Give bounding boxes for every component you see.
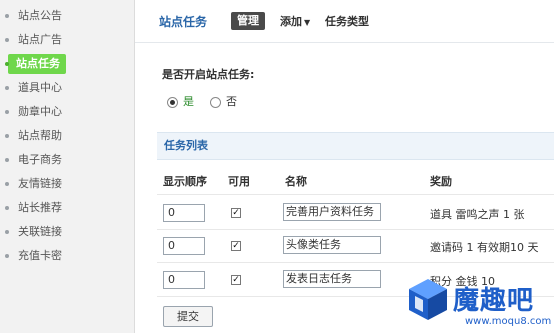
task-list-title: 任务列表 [164, 139, 208, 152]
sidebar-item-label: 关联链接 [18, 225, 62, 238]
bullet-icon [5, 206, 9, 210]
column-header-name: 名称 [285, 175, 307, 188]
sidebar-item-friend-links[interactable]: 友情链接 [0, 174, 134, 194]
sidebar-item-recharge-cards[interactable]: 充值卡密 [0, 246, 134, 266]
sidebar-item-tasks[interactable]: 站点任务 [0, 54, 134, 74]
caret-down-icon: ▼ [304, 18, 311, 27]
sidebar-item-label: 站点公告 [18, 9, 62, 22]
top-bar: 站点任务 管理 添加 ▼ 任务类型 [135, 0, 554, 43]
watermark-text: 魔趣吧 [453, 286, 535, 316]
radio-yes-label[interactable]: 是 [183, 95, 194, 109]
bullet-icon [5, 182, 9, 186]
divider [157, 262, 554, 263]
sidebar-item-medals[interactable]: 勋章中心 [0, 102, 134, 122]
sidebar-item-props[interactable]: 道具中心 [0, 78, 134, 98]
sidebar-item-label: 充值卡密 [18, 249, 62, 262]
watermark-url: www.moqu8.com [465, 316, 552, 327]
task-name-input[interactable]: 头像类任务 [283, 236, 381, 254]
bullet-icon [5, 110, 9, 114]
reward-text: 邀请码 1 有效期10 天 [430, 241, 539, 254]
bullet-icon [5, 158, 9, 162]
divider [157, 229, 554, 230]
sidebar-item-help[interactable]: 站点帮助 [0, 126, 134, 146]
enabled-checkbox[interactable]: ✓ [231, 241, 241, 251]
column-header-order: 显示顺序 [163, 175, 207, 188]
sidebar-item-label: 电子商务 [18, 153, 62, 166]
enabled-checkbox[interactable]: ✓ [231, 208, 241, 218]
enable-tasks-radio-group: 是否 [167, 95, 253, 109]
bullet-icon [5, 134, 9, 138]
column-header-enabled: 可用 [228, 175, 250, 188]
order-input[interactable]: 0 [163, 237, 205, 255]
sidebar-item-label: 站点任务 [8, 54, 66, 74]
divider [157, 194, 554, 195]
radio-no[interactable] [210, 96, 221, 108]
sidebar-item-label: 站点广告 [18, 33, 62, 46]
tab-task-type[interactable]: 任务类型 [325, 13, 369, 29]
bullet-icon [5, 86, 9, 90]
bullet-icon [5, 14, 9, 18]
sidebar-item-label: 站长推荐 [18, 201, 62, 214]
sidebar-item-label: 勋章中心 [18, 105, 62, 118]
submit-button[interactable]: 提交 [163, 306, 213, 327]
radio-no-label[interactable]: 否 [226, 95, 237, 109]
bullet-icon [5, 230, 9, 234]
column-header-reward: 奖励 [430, 175, 452, 188]
order-input[interactable]: 0 [163, 271, 205, 289]
bullet-icon [5, 38, 9, 42]
task-list-header: 任务列表 [157, 132, 554, 160]
reward-text: 道具 雷鸣之声 1 张 [430, 208, 525, 221]
sidebar-item-label: 友情链接 [18, 177, 62, 190]
task-name-input[interactable]: 完善用户资料任务 [283, 203, 381, 221]
sidebar-item-label: 道具中心 [18, 81, 62, 94]
enabled-checkbox[interactable]: ✓ [231, 275, 241, 285]
bullet-icon [5, 254, 9, 258]
bullet-icon [5, 62, 9, 66]
sidebar: 站点公告 站点广告 站点任务 道具中心 勋章中心 站点帮助 电子商务 友情链接 … [0, 0, 135, 333]
task-name-input[interactable]: 发表日志任务 [283, 270, 381, 288]
order-input[interactable]: 0 [163, 204, 205, 222]
sidebar-item-related-links[interactable]: 关联链接 [0, 222, 134, 242]
watermark-logo: 魔趣吧 www.moqu8.com [405, 276, 554, 333]
sidebar-item-ecommerce[interactable]: 电子商务 [0, 150, 134, 170]
sidebar-item-recommend[interactable]: 站长推荐 [0, 198, 134, 218]
sidebar-item-label: 站点帮助 [18, 129, 62, 142]
cube-logo-icon [409, 279, 447, 320]
sidebar-item-ads[interactable]: 站点广告 [0, 30, 134, 50]
tab-add[interactable]: 添加 ▼ [280, 13, 310, 29]
sidebar-item-announcements[interactable]: 站点公告 [0, 6, 134, 26]
radio-yes[interactable] [167, 96, 178, 108]
tab-manage[interactable]: 管理 [231, 12, 265, 30]
tab-add-label: 添加 [280, 15, 302, 28]
page-title: 站点任务 [159, 15, 208, 29]
enable-tasks-label: 是否开启站点任务: [162, 68, 255, 81]
